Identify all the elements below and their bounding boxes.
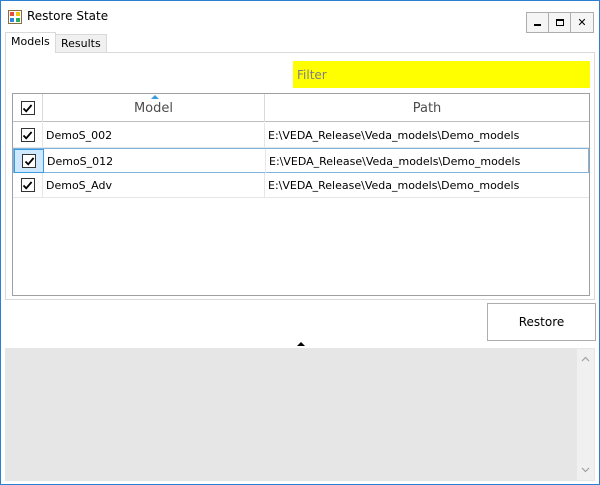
column-header-path-label: Path <box>412 100 442 116</box>
row-checkbox[interactable] <box>20 178 35 192</box>
models-grid: Model Path DemoS_002 E:\VEDA_Release\Ved… <box>12 93 590 296</box>
window-title: Restore State <box>27 9 109 23</box>
minimize-icon <box>534 24 541 26</box>
table-row[interactable]: DemoS_Adv E:\VEDA_Release\Veda_models\De… <box>13 173 589 198</box>
checkmark-icon <box>22 103 33 113</box>
row-path-cell[interactable]: E:\VEDA_Release\Veda_models\Demo_models <box>266 149 590 173</box>
table-row[interactable]: DemoS_002 E:\VEDA_Release\Veda_models\De… <box>13 123 589 148</box>
row-model-cell[interactable]: DemoS_002 <box>43 123 265 147</box>
restore-button[interactable]: Restore <box>487 303 596 341</box>
row-model-cell[interactable]: DemoS_012 <box>44 149 266 173</box>
checkmark-icon <box>24 156 34 166</box>
models-tab-page: Model Path DemoS_002 E:\VEDA_Release\Ved… <box>5 52 595 300</box>
maximize-button[interactable] <box>549 13 571 32</box>
grid-header: Model Path <box>13 94 589 122</box>
window-controls: ✕ <box>526 12 594 33</box>
tab-strip: Models Results <box>5 32 595 53</box>
row-checkbox-cell[interactable] <box>13 173 43 197</box>
title-bar[interactable]: Restore State ✕ <box>1 1 599 33</box>
table-row[interactable]: DemoS_012 E:\VEDA_Release\Veda_models\De… <box>13 148 589 173</box>
sort-ascending-icon <box>150 95 159 99</box>
row-checkbox[interactable] <box>22 154 36 168</box>
checkmark-icon <box>22 130 33 140</box>
row-model-cell[interactable]: DemoS_Adv <box>43 173 265 197</box>
log-output-area[interactable] <box>5 348 595 481</box>
tab-results[interactable]: Results <box>55 34 107 52</box>
row-checkbox-cell[interactable] <box>13 123 43 147</box>
row-checkbox[interactable] <box>20 128 35 142</box>
checkmark-icon <box>22 180 33 190</box>
row-path-cell[interactable]: E:\VEDA_Release\Veda_models\Demo_models <box>265 173 589 197</box>
maximize-icon <box>555 19 564 26</box>
column-header-model-label: Model <box>133 100 174 116</box>
minimize-button[interactable] <box>527 13 549 32</box>
restore-state-window: Restore State ✕ Models Results Filter Mo… <box>0 0 600 485</box>
column-header-path[interactable]: Path <box>265 94 589 122</box>
header-select-all[interactable] <box>13 94 43 122</box>
splitter-collapse-icon[interactable] <box>297 342 305 346</box>
filter-input[interactable] <box>293 61 590 88</box>
app-icon <box>8 10 22 24</box>
tab-models[interactable]: Models <box>5 32 56 53</box>
column-header-model[interactable]: Model <box>43 94 265 122</box>
row-checkbox-cell[interactable] <box>14 149 44 173</box>
close-button[interactable]: ✕ <box>571 13 593 32</box>
close-icon: ✕ <box>577 16 587 29</box>
select-all-checkbox[interactable] <box>20 101 35 115</box>
scroll-up-icon[interactable] <box>581 355 590 364</box>
row-path-cell[interactable]: E:\VEDA_Release\Veda_models\Demo_models <box>265 123 589 147</box>
scroll-down-icon[interactable] <box>581 465 590 474</box>
log-scrollbar[interactable] <box>577 349 594 480</box>
